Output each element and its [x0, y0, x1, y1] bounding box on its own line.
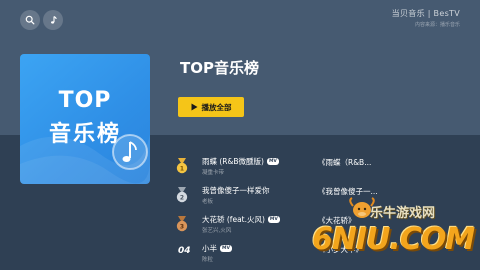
- content-source: 内容来源：播乐音乐: [414, 22, 460, 28]
- mv-badge: MV: [220, 245, 232, 252]
- song-title-wrap: 我曾像傻子一样爱你: [202, 185, 270, 196]
- brand-name: 当贝音乐 | BesTV: [391, 9, 460, 18]
- playlist-cover: TOP 音乐榜: [20, 54, 150, 184]
- song-title-wrap: 雨蝶 (R&B微醺版) MV: [202, 156, 279, 167]
- music-button[interactable]: [43, 10, 63, 30]
- search-button[interactable]: [20, 10, 40, 30]
- svg-text:2: 2: [180, 194, 184, 201]
- cover-title-line2: 音乐榜: [48, 122, 121, 147]
- song-title: 雨蝶 (R&B微醺版): [202, 157, 264, 166]
- song-title: 我曾像傻子一样爱你: [202, 186, 270, 195]
- bronze-medal-icon: 3: [176, 216, 188, 232]
- song-title-wrap: 大花轿 (feat.火风) MV: [202, 214, 280, 225]
- watermark-top-text: 乐牛游戏网: [370, 206, 436, 221]
- song-title-wrap: 小半 MV: [202, 243, 232, 254]
- playlist-title: TOP音乐榜: [180, 59, 259, 77]
- song-artist: 陈粒: [202, 257, 214, 263]
- mv-badge: MV: [266, 158, 279, 165]
- cover-title-line1: TOP: [58, 88, 112, 113]
- svg-text:3: 3: [180, 223, 184, 230]
- music-note-icon: [51, 16, 57, 24]
- play-all-label: 播放全部: [201, 102, 232, 112]
- gold-medal-icon: 1: [176, 158, 188, 174]
- silver-medal-icon: 2: [176, 187, 188, 203]
- svg-text:1: 1: [180, 165, 184, 172]
- play-icon: [191, 103, 197, 111]
- play-all-button[interactable]: 播放全部: [178, 97, 244, 117]
- mv-badge: MV: [267, 216, 280, 223]
- brand-logo: 当贝音乐 | BesTV 内容来源：播乐音乐: [392, 8, 460, 28]
- song-album[interactable]: 《雨蝶（R&B...: [318, 157, 371, 168]
- song-artist: 老板: [202, 199, 214, 205]
- song-artist: 凝重卡带: [202, 170, 225, 176]
- site-watermark: 乐牛游戏网 6NIU.COM: [310, 196, 475, 268]
- song-title: 大花轿 (feat.火风): [202, 215, 265, 224]
- song-row[interactable]: 1 雨蝶 (R&B微醺版) MV 凝重卡带 《雨蝶（R&B...: [175, 156, 475, 178]
- search-icon: [25, 15, 35, 25]
- song-title: 小半: [202, 244, 217, 253]
- watermark-main-text: 6NIU.COM: [312, 222, 475, 257]
- rank-number: 04: [178, 246, 191, 256]
- song-artist: 张艺兴,火风: [202, 228, 232, 234]
